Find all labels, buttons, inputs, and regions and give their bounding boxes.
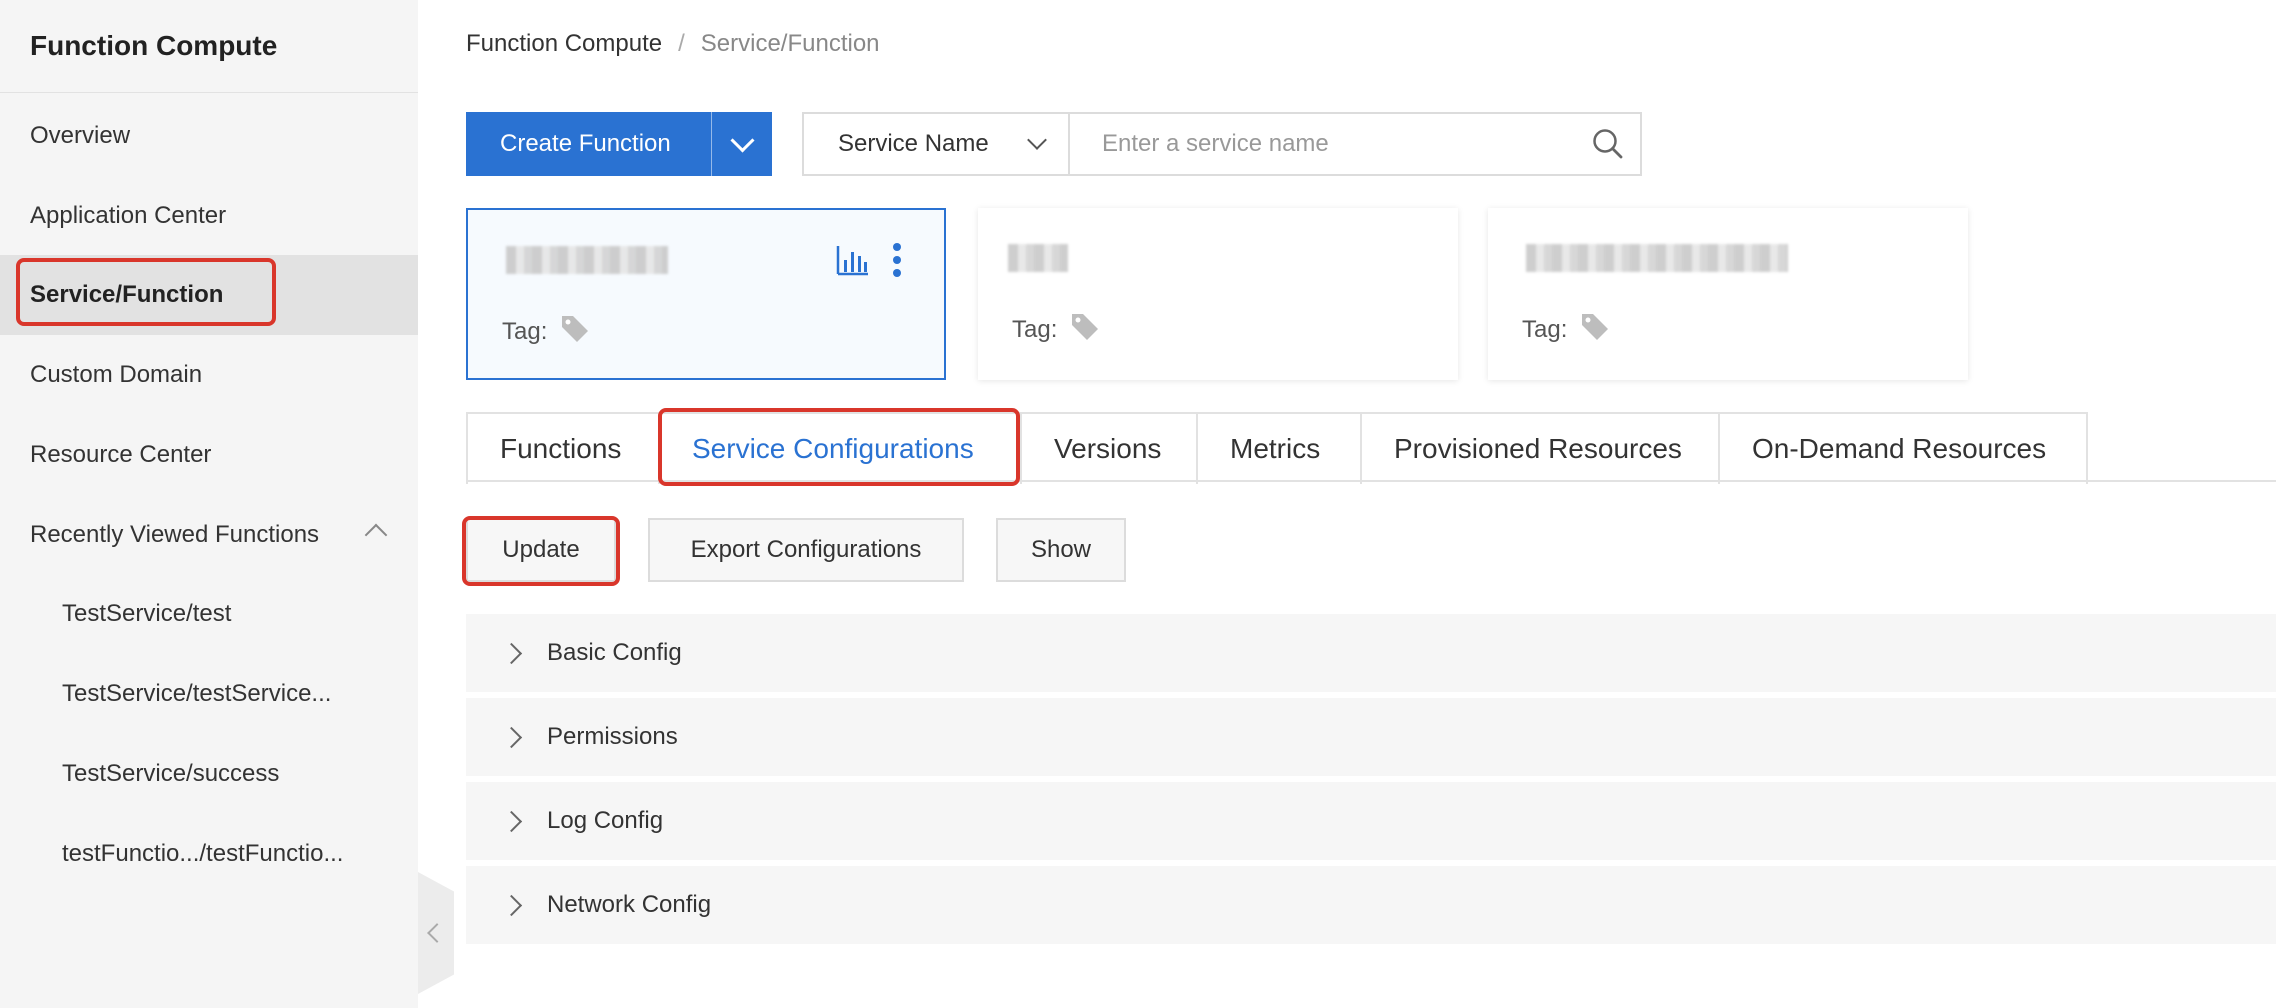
sidebar-item-overview[interactable]: Overview <box>0 96 418 176</box>
create-function-dropdown[interactable] <box>711 112 772 176</box>
show-button-label: Show <box>1030 536 1092 563</box>
breadcrumb: Function Compute / Service/Function <box>466 30 880 58</box>
chevron-up-icon[interactable] <box>364 523 388 547</box>
tab-label: Versions <box>1054 433 1162 464</box>
chevron-right-icon <box>500 642 523 664</box>
service-name-redacted <box>1008 244 1068 274</box>
tag-label: Tag: <box>1012 315 1058 343</box>
card-tag: Tag: <box>1522 310 1611 349</box>
sidebar-item-recently-viewed[interactable]: Recently Viewed Functions <box>0 495 418 575</box>
sidebar-item-label: Overview <box>30 122 131 149</box>
export-button-label: Export Configurations <box>690 536 922 563</box>
sidebar-item-label: Custom Domain <box>30 361 203 388</box>
tab-label: Service Configurations <box>692 433 974 464</box>
chevron-left-icon <box>427 923 447 943</box>
tag-icon[interactable] <box>1069 310 1101 349</box>
service-search-input[interactable] <box>1070 114 1576 174</box>
sidebar-divider <box>0 92 418 93</box>
sidebar-title: Function Compute <box>30 30 278 61</box>
sidebar-item-resource-center[interactable]: Resource Center <box>0 415 418 495</box>
panel-network-config[interactable]: Network Config <box>466 866 2276 944</box>
search-field-label: Service Name <box>838 130 989 157</box>
recent-function-label: TestService/success <box>62 760 280 787</box>
tag-label: Tag: <box>1522 315 1568 343</box>
panel-label: Log Config <box>547 807 664 834</box>
service-card[interactable]: Tag: <box>466 208 946 380</box>
breadcrumb-current: Service/Function <box>700 30 880 57</box>
tab-label: Functions <box>500 433 622 464</box>
sidebar-item-label: Service/Function <box>30 281 224 308</box>
recent-function-item[interactable]: testFunctio.../testFunctio... <box>0 814 418 894</box>
panel-log-config[interactable]: Log Config <box>466 782 2276 860</box>
card-actions <box>836 242 902 283</box>
panel-label: Basic Config <box>547 639 682 666</box>
recent-function-label: testFunctio.../testFunctio... <box>62 840 344 867</box>
service-name-redacted <box>1526 244 1788 274</box>
sidebar-item-application-center[interactable]: Application Center <box>0 176 418 256</box>
update-button-label: Update <box>502 536 580 563</box>
sidebar-item-service-function[interactable]: Service/Function <box>0 255 418 335</box>
breadcrumb-root[interactable]: Function Compute <box>466 30 662 58</box>
recent-function-item[interactable]: TestService/testService... <box>0 654 418 734</box>
sidebar: Function Compute Overview Application Ce… <box>0 0 418 1008</box>
sidebar-collapse-handle[interactable] <box>418 872 454 994</box>
tab-service-configurations[interactable]: Service Configurations <box>660 414 1022 484</box>
sidebar-item-label: Recently Viewed Functions <box>30 521 320 548</box>
search-field-select[interactable]: Service Name <box>804 114 1070 174</box>
panel-basic-config[interactable]: Basic Config <box>466 614 2276 692</box>
search-icon[interactable] <box>1576 114 1640 174</box>
show-button[interactable]: Show <box>996 518 1126 582</box>
chevron-down-icon <box>729 127 755 153</box>
tag-label: Tag: <box>502 317 548 345</box>
tab-label: On-Demand Resources <box>1752 433 2047 464</box>
panel-label: Network Config <box>547 891 712 918</box>
panel-label: Permissions <box>547 723 678 750</box>
service-tabs: Functions Service Configurations Version… <box>466 412 2088 484</box>
panel-permissions[interactable]: Permissions <box>466 698 2276 776</box>
service-name-redacted <box>506 246 668 276</box>
recent-function-label: TestService/test <box>62 600 232 627</box>
tab-metrics[interactable]: Metrics <box>1198 414 1362 484</box>
tab-provisioned-resources[interactable]: Provisioned Resources <box>1362 414 1720 484</box>
recent-function-label: TestService/testService... <box>62 680 332 707</box>
chevron-right-icon <box>500 726 523 748</box>
tab-versions[interactable]: Versions <box>1022 414 1198 484</box>
service-card[interactable]: Tag: <box>978 208 1458 380</box>
tag-icon[interactable] <box>559 312 591 351</box>
export-configurations-button[interactable]: Export Configurations <box>648 518 964 582</box>
service-search-group: Service Name <box>802 112 1642 176</box>
service-card[interactable]: Tag: <box>1488 208 1968 380</box>
more-vertical-icon[interactable] <box>892 242 902 283</box>
tag-icon[interactable] <box>1579 310 1611 349</box>
sidebar-item-label: Application Center <box>30 202 227 229</box>
chevron-right-icon <box>500 810 523 832</box>
card-tag: Tag: <box>1012 310 1101 349</box>
update-button[interactable]: Update <box>466 518 616 582</box>
bar-chart-icon[interactable] <box>836 244 870 281</box>
breadcrumb-separator: / <box>678 30 685 57</box>
recent-function-item[interactable]: TestService/test <box>0 574 418 654</box>
tab-label: Metrics <box>1230 433 1321 464</box>
tab-label: Provisioned Resources <box>1394 433 1682 464</box>
tabs-divider <box>466 480 2276 482</box>
chevron-right-icon <box>500 894 523 916</box>
sidebar-item-custom-domain[interactable]: Custom Domain <box>0 335 418 415</box>
card-tag: Tag: <box>502 312 591 351</box>
tab-on-demand-resources[interactable]: On-Demand Resources <box>1720 414 2088 484</box>
tab-functions[interactable]: Functions <box>468 414 660 484</box>
create-function-button[interactable]: Create Function <box>466 112 772 176</box>
recent-function-item[interactable]: TestService/success <box>0 734 418 814</box>
create-function-label[interactable]: Create Function <box>466 112 711 176</box>
chevron-down-icon <box>1027 130 1047 150</box>
sidebar-item-label: Resource Center <box>30 441 212 468</box>
